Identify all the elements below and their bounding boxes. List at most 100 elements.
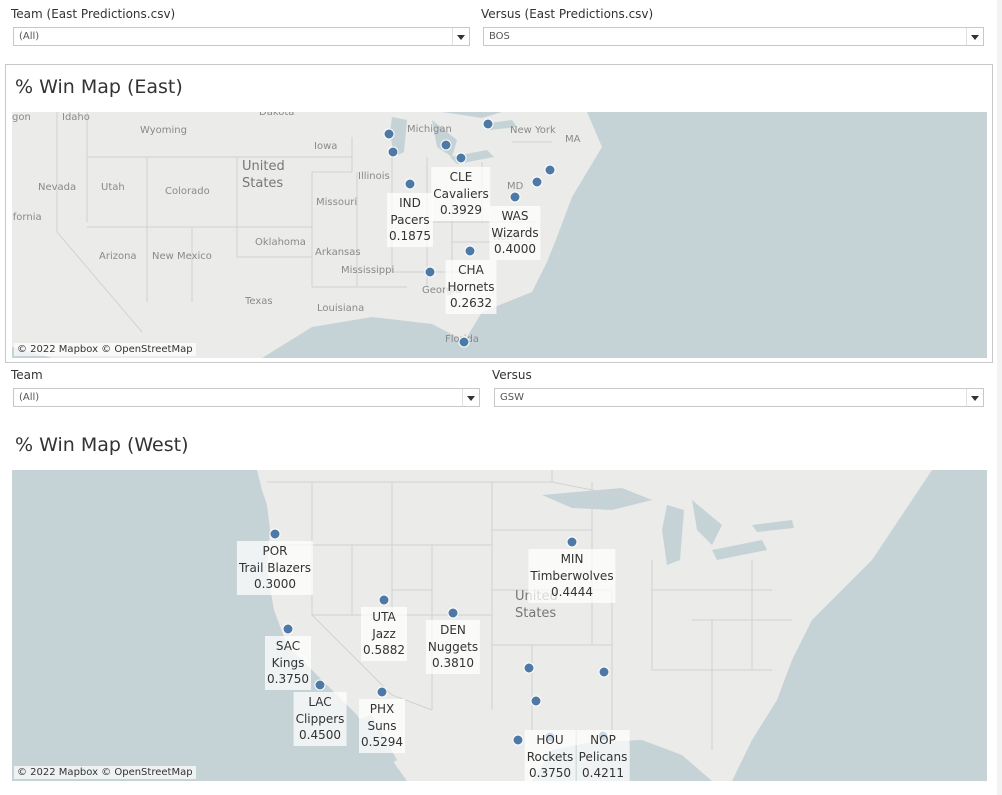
west-team-marker[interactable] — [269, 528, 281, 540]
east-team-marker[interactable] — [458, 336, 470, 348]
east-marker-label: WAS Wizards 0.4000 — [489, 206, 541, 260]
chevron-down-icon[interactable] — [452, 28, 469, 45]
west-team-marker[interactable] — [512, 734, 524, 746]
versus-filter-value: BOS — [489, 31, 510, 42]
east-team-marker[interactable] — [440, 139, 452, 151]
west-marker-label: UTA Jazz 0.5882 — [361, 607, 407, 661]
east-team-marker[interactable] — [544, 164, 556, 176]
marker-pct: 0.4500 — [298, 728, 341, 742]
west-team-marker[interactable] — [523, 662, 535, 674]
east-team-marker[interactable] — [455, 152, 467, 164]
west-team-marker[interactable] — [598, 666, 610, 678]
east-place-label: Iowa — [314, 141, 338, 152]
east-place-label: Arizona — [99, 251, 137, 262]
marker-abbr: UTA — [372, 610, 396, 624]
marker-abbr: IND — [399, 196, 421, 210]
west-team-marker[interactable] — [376, 686, 388, 698]
versus-filter-label: Versus (East Predictions.csv) — [481, 7, 654, 21]
west-marker-label: HOU Rockets 0.3750 — [524, 730, 576, 781]
east-team-marker[interactable] — [387, 146, 399, 158]
west-team-filter-label: Team — [11, 368, 43, 382]
east-team-marker[interactable] — [383, 128, 395, 140]
marker-abbr: WAS — [501, 209, 529, 223]
west-team-marker[interactable] — [530, 695, 542, 707]
east-place-label: MA — [565, 134, 581, 145]
east-team-marker[interactable] — [404, 178, 416, 190]
marker-pct: 0.5882 — [363, 643, 405, 657]
east-place-label: Wyoming — [140, 125, 187, 136]
marker-abbr: HOU — [536, 733, 564, 747]
marker-name: Pelicans — [578, 749, 628, 764]
east-team-marker[interactable] — [531, 176, 543, 188]
west-map[interactable]: © 2022 Mapbox © OpenStreetMap UnitedStat… — [12, 470, 987, 781]
west-marker-label: PHX Suns 0.5294 — [359, 699, 405, 753]
west-team-marker[interactable] — [566, 536, 578, 548]
marker-pct: 0.3810 — [432, 656, 474, 670]
marker-pct: 0.3750 — [267, 672, 309, 686]
marker-abbr: CLE — [449, 170, 473, 184]
east-place-label: Nevada — [38, 182, 77, 193]
east-map[interactable]: © 2022 Mapbox © OpenStreetMap gon Idaho Da… — [12, 112, 987, 358]
team-filter-label: Team (East Predictions.csv) — [11, 7, 176, 21]
west-marker-label: POR Trail Blazers 0.3000 — [236, 541, 314, 595]
chevron-down-icon[interactable] — [966, 28, 983, 45]
east-team-marker[interactable] — [464, 245, 476, 257]
east-place-label: ifornia — [12, 212, 42, 223]
marker-name: Jazz — [372, 626, 396, 641]
west-team-marker[interactable] — [378, 594, 390, 606]
marker-abbr: LAC — [308, 695, 332, 709]
west-map-basemap — [12, 470, 987, 781]
west-marker-label: MIN Timberwolves 0.4444 — [528, 549, 616, 603]
marker-name: Suns — [367, 718, 397, 733]
marker-name: Rockets — [526, 749, 574, 764]
west-team-marker[interactable] — [282, 623, 294, 635]
versus-filter-dropdown[interactable]: BOS — [483, 27, 984, 46]
east-marker-label: CHA Hornets 0.2632 — [445, 260, 497, 314]
marker-pct: 0.5294 — [361, 735, 403, 749]
west-marker-label: SAC Kings 0.3750 — [265, 636, 311, 690]
marker-name: Trail Blazers — [238, 560, 312, 575]
marker-abbr: POR — [262, 544, 288, 558]
marker-name: Clippers — [295, 711, 345, 726]
marker-name: Hornets — [447, 279, 495, 294]
marker-abbr: PHX — [369, 702, 395, 716]
team-filter-value: (All) — [19, 31, 40, 42]
east-place-label: Oklahoma — [255, 237, 306, 248]
east-team-marker[interactable] — [482, 118, 494, 130]
chevron-down-icon[interactable] — [966, 389, 983, 406]
west-team-marker[interactable] — [314, 679, 326, 691]
marker-abbr: SAC — [275, 639, 301, 653]
marker-pct: 0.3750 — [528, 766, 571, 780]
east-place-label: Mississippi — [341, 265, 395, 276]
marker-name: Pacers — [390, 212, 430, 227]
east-place-label: Arkansas — [315, 247, 361, 258]
west-team-filter-value: (All) — [19, 392, 40, 403]
chevron-down-icon[interactable] — [462, 389, 479, 406]
east-place-label: Utah — [101, 182, 125, 193]
marker-name: Cavaliers — [433, 186, 489, 201]
west-team-filter-dropdown[interactable]: (All) — [13, 388, 480, 407]
marker-pct: 0.1875 — [389, 229, 431, 243]
west-marker-label: NOP Pelicans 0.4211 — [576, 730, 630, 781]
west-team-marker[interactable] — [447, 607, 459, 619]
east-team-marker[interactable] — [424, 266, 436, 278]
team-filter-dropdown[interactable]: (All) — [13, 27, 470, 46]
scrollbar-track[interactable] — [997, 0, 1002, 795]
marker-pct: 0.3929 — [440, 203, 482, 217]
west-versus-filter-value: GSW — [500, 392, 524, 403]
marker-abbr: DEN — [440, 623, 466, 637]
west-map-title: % Win Map (West) — [15, 434, 189, 456]
east-place-label: Idaho — [62, 112, 90, 123]
east-place-label: New Mexico — [152, 251, 212, 262]
east-place-label: Colorado — [165, 186, 210, 197]
west-versus-filter-dropdown[interactable]: GSW — [494, 388, 984, 407]
marker-abbr: NOP — [590, 733, 616, 747]
east-place-label: New York — [510, 125, 556, 136]
east-marker-label: CLE Cavaliers 0.3929 — [431, 167, 491, 221]
east-map-title: % Win Map (East) — [15, 76, 183, 98]
west-map-copyright: © 2022 Mapbox © OpenStreetMap — [14, 766, 196, 779]
west-marker-label: LAC Clippers 0.4500 — [293, 692, 347, 746]
marker-name: Nuggets — [427, 639, 479, 654]
east-place-label: gon — [12, 112, 31, 123]
east-team-marker[interactable] — [509, 191, 521, 203]
